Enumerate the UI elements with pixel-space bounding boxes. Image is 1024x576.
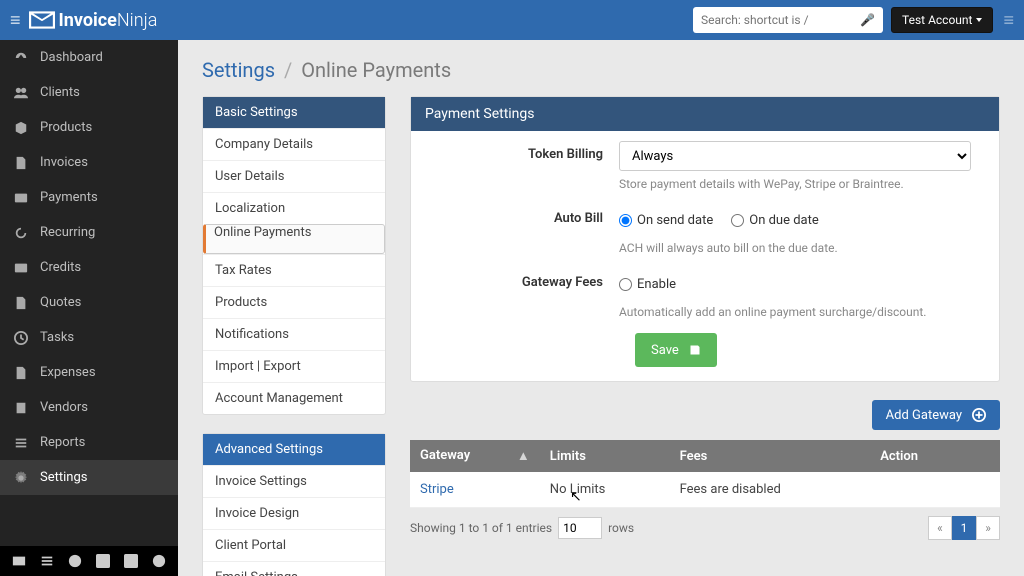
settings-invoice-design[interactable]: Invoice Design — [203, 497, 385, 529]
token-billing-hint: Store payment details with WePay, Stripe… — [619, 177, 971, 191]
help-icon[interactable] — [68, 554, 82, 568]
credits-icon — [14, 261, 28, 275]
settings-products[interactable]: Products — [203, 286, 385, 318]
list-icon[interactable] — [40, 554, 54, 568]
sidebar-item-vendors[interactable]: Vendors — [0, 390, 178, 425]
sidebar-item-quotes[interactable]: Quotes — [0, 285, 178, 320]
users-icon — [14, 86, 28, 100]
plus-circle-icon — [972, 408, 986, 422]
gateway-fees-enable[interactable]: Enable — [619, 277, 676, 292]
sidebar-item-clients[interactable]: Clients — [0, 75, 178, 110]
mic-icon[interactable]: 🎤 — [860, 13, 875, 27]
settings-import-export[interactable]: Import | Export — [203, 350, 385, 382]
settings-invoice-settings[interactable]: Invoice Settings — [203, 465, 385, 497]
col-gateway[interactable]: Gateway▲ — [410, 440, 540, 472]
token-billing-label: Token Billing — [439, 141, 619, 162]
sidebar-item-recurring[interactable]: Recurring — [0, 215, 178, 250]
sidebar-item-settings[interactable]: Settings — [0, 460, 178, 495]
mail-icon[interactable] — [12, 554, 26, 568]
sidebar-item-payments[interactable]: Payments — [0, 180, 178, 215]
breadcrumb-root[interactable]: Settings — [202, 58, 275, 82]
payment-settings-header: Payment Settings — [411, 97, 999, 131]
page-1[interactable]: 1 — [952, 516, 976, 540]
settings-online-payments[interactable]: Online Payments — [203, 224, 385, 254]
basic-settings-header: Basic Settings — [203, 97, 385, 128]
gear-icon — [14, 471, 28, 485]
file-icon — [14, 296, 28, 310]
account-menu-button[interactable]: Test Account — [891, 7, 993, 33]
github-icon[interactable] — [152, 554, 166, 568]
gateway-link[interactable]: Stripe — [420, 482, 454, 497]
sidebar-item-credits[interactable]: Credits — [0, 250, 178, 285]
list-icon — [14, 436, 28, 450]
brand-logo: InvoiceNinja — [29, 10, 158, 31]
gateway-limits: No Limits — [540, 472, 670, 508]
save-icon — [689, 344, 701, 356]
box-icon — [14, 121, 28, 135]
sidebar-item-tasks[interactable]: Tasks — [0, 320, 178, 355]
rows-label: rows — [608, 521, 634, 535]
clock-icon — [14, 331, 28, 345]
col-fees[interactable]: Fees — [670, 440, 871, 472]
settings-account-management[interactable]: Account Management — [203, 382, 385, 414]
file-icon — [14, 366, 28, 380]
gateway-fees-label: Gateway Fees — [439, 269, 619, 290]
right-menu-icon[interactable]: ≡ — [1003, 10, 1014, 31]
settings-client-portal[interactable]: Client Portal — [203, 529, 385, 561]
page-prev[interactable]: « — [928, 516, 952, 540]
gateway-fees-hint: Automatically add an online payment surc… — [619, 305, 971, 319]
settings-company-details[interactable]: Company Details — [203, 128, 385, 160]
refresh-icon — [14, 226, 28, 240]
auto-bill-due-date[interactable]: On due date — [731, 213, 819, 228]
token-billing-select[interactable]: Always — [619, 141, 971, 171]
sidebar-item-dashboard[interactable]: Dashboard — [0, 40, 178, 75]
sidebar: Dashboard Clients Products Invoices Paym… — [0, 40, 178, 576]
pager: « 1 » — [928, 516, 1000, 540]
sidebar-item-reports[interactable]: Reports — [0, 425, 178, 460]
page-next[interactable]: » — [976, 516, 1000, 540]
settings-localization[interactable]: Localization — [203, 192, 385, 224]
auto-bill-label: Auto Bill — [439, 205, 619, 226]
rows-input[interactable] — [558, 517, 602, 539]
auto-bill-hint: ACH will always auto bill on the due dat… — [619, 241, 971, 255]
col-limits[interactable]: Limits — [540, 440, 670, 472]
sidebar-item-products[interactable]: Products — [0, 110, 178, 145]
sidebar-footer — [0, 546, 178, 576]
facebook-icon[interactable] — [96, 554, 110, 568]
advanced-settings-header: Advanced Settings — [203, 434, 385, 465]
settings-email-settings[interactable]: Email Settings — [203, 561, 385, 576]
settings-tax-rates[interactable]: Tax Rates — [203, 254, 385, 286]
save-button[interactable]: Save — [635, 333, 717, 367]
auto-bill-send-date[interactable]: On send date — [619, 213, 713, 228]
search-box[interactable]: 🎤 — [693, 7, 883, 33]
settings-notifications[interactable]: Notifications — [203, 318, 385, 350]
card-icon — [14, 191, 28, 205]
menu-toggle-icon[interactable]: ≡ — [10, 10, 21, 31]
settings-user-details[interactable]: User Details — [203, 160, 385, 192]
breadcrumb-leaf: Online Payments — [301, 58, 451, 82]
search-input[interactable] — [701, 13, 860, 27]
sidebar-item-invoices[interactable]: Invoices — [0, 145, 178, 180]
building-icon — [14, 401, 28, 415]
gauge-icon — [14, 51, 28, 65]
sort-icon: ▲ — [517, 448, 530, 464]
col-action[interactable]: Action — [870, 440, 1000, 472]
table-row[interactable]: Stripe No Limits Fees are disabled — [410, 472, 1000, 508]
add-gateway-button[interactable]: Add Gateway — [872, 400, 1000, 430]
breadcrumb: Settings / Online Payments — [202, 58, 1000, 82]
sidebar-item-expenses[interactable]: Expenses — [0, 355, 178, 390]
gateway-fees: Fees are disabled — [670, 472, 871, 508]
table-showing: Showing 1 to 1 of 1 entries — [410, 521, 552, 535]
file-icon — [14, 156, 28, 170]
gateway-table: Gateway▲ Limits Fees Action Stripe No Li… — [410, 440, 1000, 508]
chevron-down-icon — [976, 18, 982, 22]
twitter-icon[interactable] — [124, 554, 138, 568]
